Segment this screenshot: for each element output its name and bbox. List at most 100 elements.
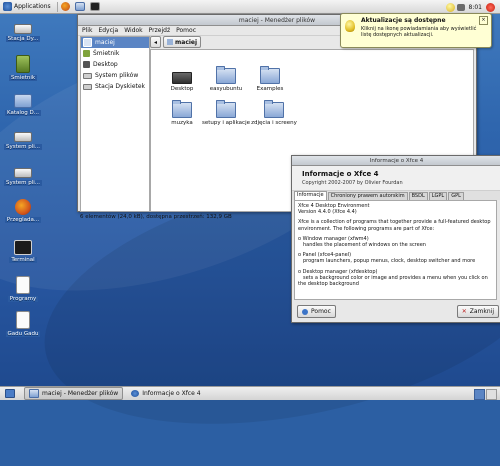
- about-line: o Desktop manager (xfdesktop) sets a back…: [298, 268, 488, 288]
- status-bar: 6 elementów (24,0 kB), dostępna przestrz…: [80, 214, 232, 220]
- menu-przejdz[interactable]: Przejdź: [149, 27, 170, 34]
- file-item[interactable]: zdjęcia i screeny: [246, 100, 302, 126]
- desktop-icon-trash[interactable]: Śmietnik: [1, 55, 45, 81]
- desktop-icon-label: Gadu Gadu: [5, 331, 41, 337]
- power-icon[interactable]: [486, 2, 495, 12]
- home-icon: [83, 38, 92, 47]
- desktop-icon-home[interactable]: Katalog D...: [1, 91, 45, 116]
- close-button-label: Zamknij: [469, 308, 494, 315]
- sidebar-item-desktop[interactable]: Desktop: [81, 59, 149, 70]
- top-panel: Applications 8:01: [0, 0, 500, 14]
- applications-label: Applications: [14, 3, 51, 10]
- sidebar-item-floppy[interactable]: Stacja Dyskietek: [81, 81, 149, 92]
- desktop-icon-gadugadu[interactable]: Gadu Gadu: [1, 311, 45, 337]
- desktop-icon-programy[interactable]: Programy: [1, 276, 45, 302]
- document-icon: [16, 276, 30, 294]
- drive-icon: [14, 168, 32, 178]
- firefox-launcher[interactable]: [60, 1, 72, 13]
- file-item-label: setupy i aplikacje: [202, 120, 250, 126]
- update-notifier-icon[interactable]: [445, 2, 455, 12]
- file-item[interactable]: Examples: [242, 66, 298, 92]
- document-icon: [16, 311, 30, 329]
- window-title: Informacje o Xfce 4: [369, 157, 424, 164]
- terminal-launcher[interactable]: [89, 1, 102, 13]
- menu-plik[interactable]: Plik: [82, 27, 92, 34]
- desktop-icon-floppy[interactable]: Stacja Dy...: [1, 19, 45, 42]
- sidebar-item-label: Stacja Dyskietek: [95, 83, 146, 90]
- taskbar-item-file-manager[interactable]: maciej - Menedżer plików: [24, 387, 124, 400]
- network-icon[interactable]: [456, 3, 465, 11]
- clock[interactable]: 8:01: [469, 4, 482, 11]
- applications-menu-button[interactable]: Applications: [3, 1, 51, 13]
- desktop-icon-label: Terminal: [9, 257, 37, 263]
- sidebar-item-filesystem[interactable]: System plików: [81, 70, 149, 81]
- notification-title: Aktualizacje są dostępne: [361, 17, 446, 24]
- panel-tray: 8:01: [445, 1, 497, 13]
- menu-edycja[interactable]: Edycja: [98, 27, 118, 34]
- close-icon: ✕: [461, 308, 467, 315]
- file-item-label: muzyka: [171, 120, 193, 126]
- sidebar-item-home[interactable]: maciej: [81, 37, 149, 48]
- firefox-icon: [60, 2, 70, 11]
- sidebar-item-label: System plików: [95, 72, 139, 79]
- path-back-button[interactable]: ◂: [150, 36, 162, 48]
- folder-icon: [216, 66, 236, 84]
- folder-icon: [29, 389, 39, 398]
- floppy-drive-icon: [14, 24, 32, 34]
- path-button-label: maciej: [175, 38, 198, 46]
- about-line: o Window manager (xfwm4) handles the plac…: [298, 235, 426, 249]
- home-folder-icon: [14, 94, 32, 108]
- folder-icon: [216, 100, 236, 118]
- help-icon: [302, 308, 308, 315]
- desktop-icon-label: Stacja Dy...: [5, 36, 41, 42]
- tab-informacje[interactable]: Informacje: [294, 191, 327, 200]
- about-heading: Informacje o Xfce 4: [302, 170, 379, 178]
- desktop-icon-label: Przeglada...: [4, 217, 42, 223]
- desktop-icon-label: System pli...: [3, 180, 43, 186]
- desktop-icon-terminal[interactable]: Terminal: [1, 240, 45, 263]
- about-tabs: Informacje Chroniony prawem autorskim BS…: [292, 191, 500, 200]
- tab-bsdl[interactable]: BSDL: [408, 192, 428, 200]
- file-item-label: zdjęcia i screeny: [251, 120, 297, 126]
- close-dialog-button[interactable]: ✕ Zamknij: [456, 305, 499, 318]
- taskbar-item-label: Informacje o Xfce 4: [142, 390, 201, 397]
- folder-icon: [264, 100, 284, 118]
- tab-gpl[interactable]: GPL: [448, 192, 464, 200]
- bottom-panel: maciej - Menedżer plików Informacje o Xf…: [0, 386, 500, 400]
- desktop-icon-firefox[interactable]: Przeglada...: [1, 199, 45, 223]
- taskbar-item-label: maciej - Menedżer plików: [42, 390, 119, 397]
- update-notification[interactable]: Aktualizacje są dostępne Kliknij na ikon…: [340, 13, 492, 48]
- about-text-area[interactable]: Xfce 4 Desktop Environment Version 4.4.0 …: [294, 200, 497, 300]
- shortcuts-sidebar: maciej Śmietnik Desktop System plików St…: [80, 36, 150, 212]
- about-header: Informacje o Xfce 4 Copyright 2002-2007 …: [292, 166, 500, 191]
- taskbar-item-about[interactable]: Informacje o Xfce 4: [126, 387, 205, 400]
- path-button-home[interactable]: maciej: [163, 36, 202, 48]
- about-line: Xfce is a collection of programs that to…: [298, 219, 491, 232]
- floppy-icon: [83, 83, 92, 90]
- close-icon[interactable]: ×: [479, 16, 488, 25]
- desktop-icon-filesystem-1[interactable]: System pli...: [1, 127, 45, 150]
- desktop-icon-filesystem-2[interactable]: System pli...: [1, 163, 45, 186]
- help-button[interactable]: Pomoc: [297, 305, 336, 318]
- folder-icon: [172, 100, 192, 118]
- firefox-icon: [15, 199, 31, 215]
- window-title: maciej - Menedżer plików: [238, 16, 316, 24]
- about-titlebar[interactable]: Informacje o Xfce 4: [292, 156, 500, 166]
- file-manager-launcher[interactable]: [74, 1, 87, 13]
- show-desktop-button[interactable]: [2, 387, 21, 400]
- about-line: o Panel (xfce4-panel) program launchers, …: [298, 252, 476, 265]
- tab-copyright[interactable]: Chroniony prawem autorskim: [327, 192, 408, 200]
- workspace-switcher[interactable]: [473, 389, 497, 400]
- menu-pomoc[interactable]: Pomoc: [176, 27, 196, 34]
- workspace-2[interactable]: [486, 389, 497, 400]
- tab-lgpl[interactable]: LGPL: [428, 192, 448, 200]
- sidebar-item-trash[interactable]: Śmietnik: [81, 48, 149, 59]
- desktop-icon: [5, 389, 15, 398]
- folder-icon: [74, 2, 85, 11]
- menu-widok[interactable]: Widok: [124, 27, 142, 34]
- panel-separator: [56, 1, 58, 12]
- desktop-folder-icon: [172, 72, 192, 84]
- drive-icon: [83, 72, 92, 79]
- workspace-1[interactable]: [474, 389, 485, 400]
- notification-body: Kliknij na ikonę powiadamiania aby wyświ…: [361, 26, 477, 38]
